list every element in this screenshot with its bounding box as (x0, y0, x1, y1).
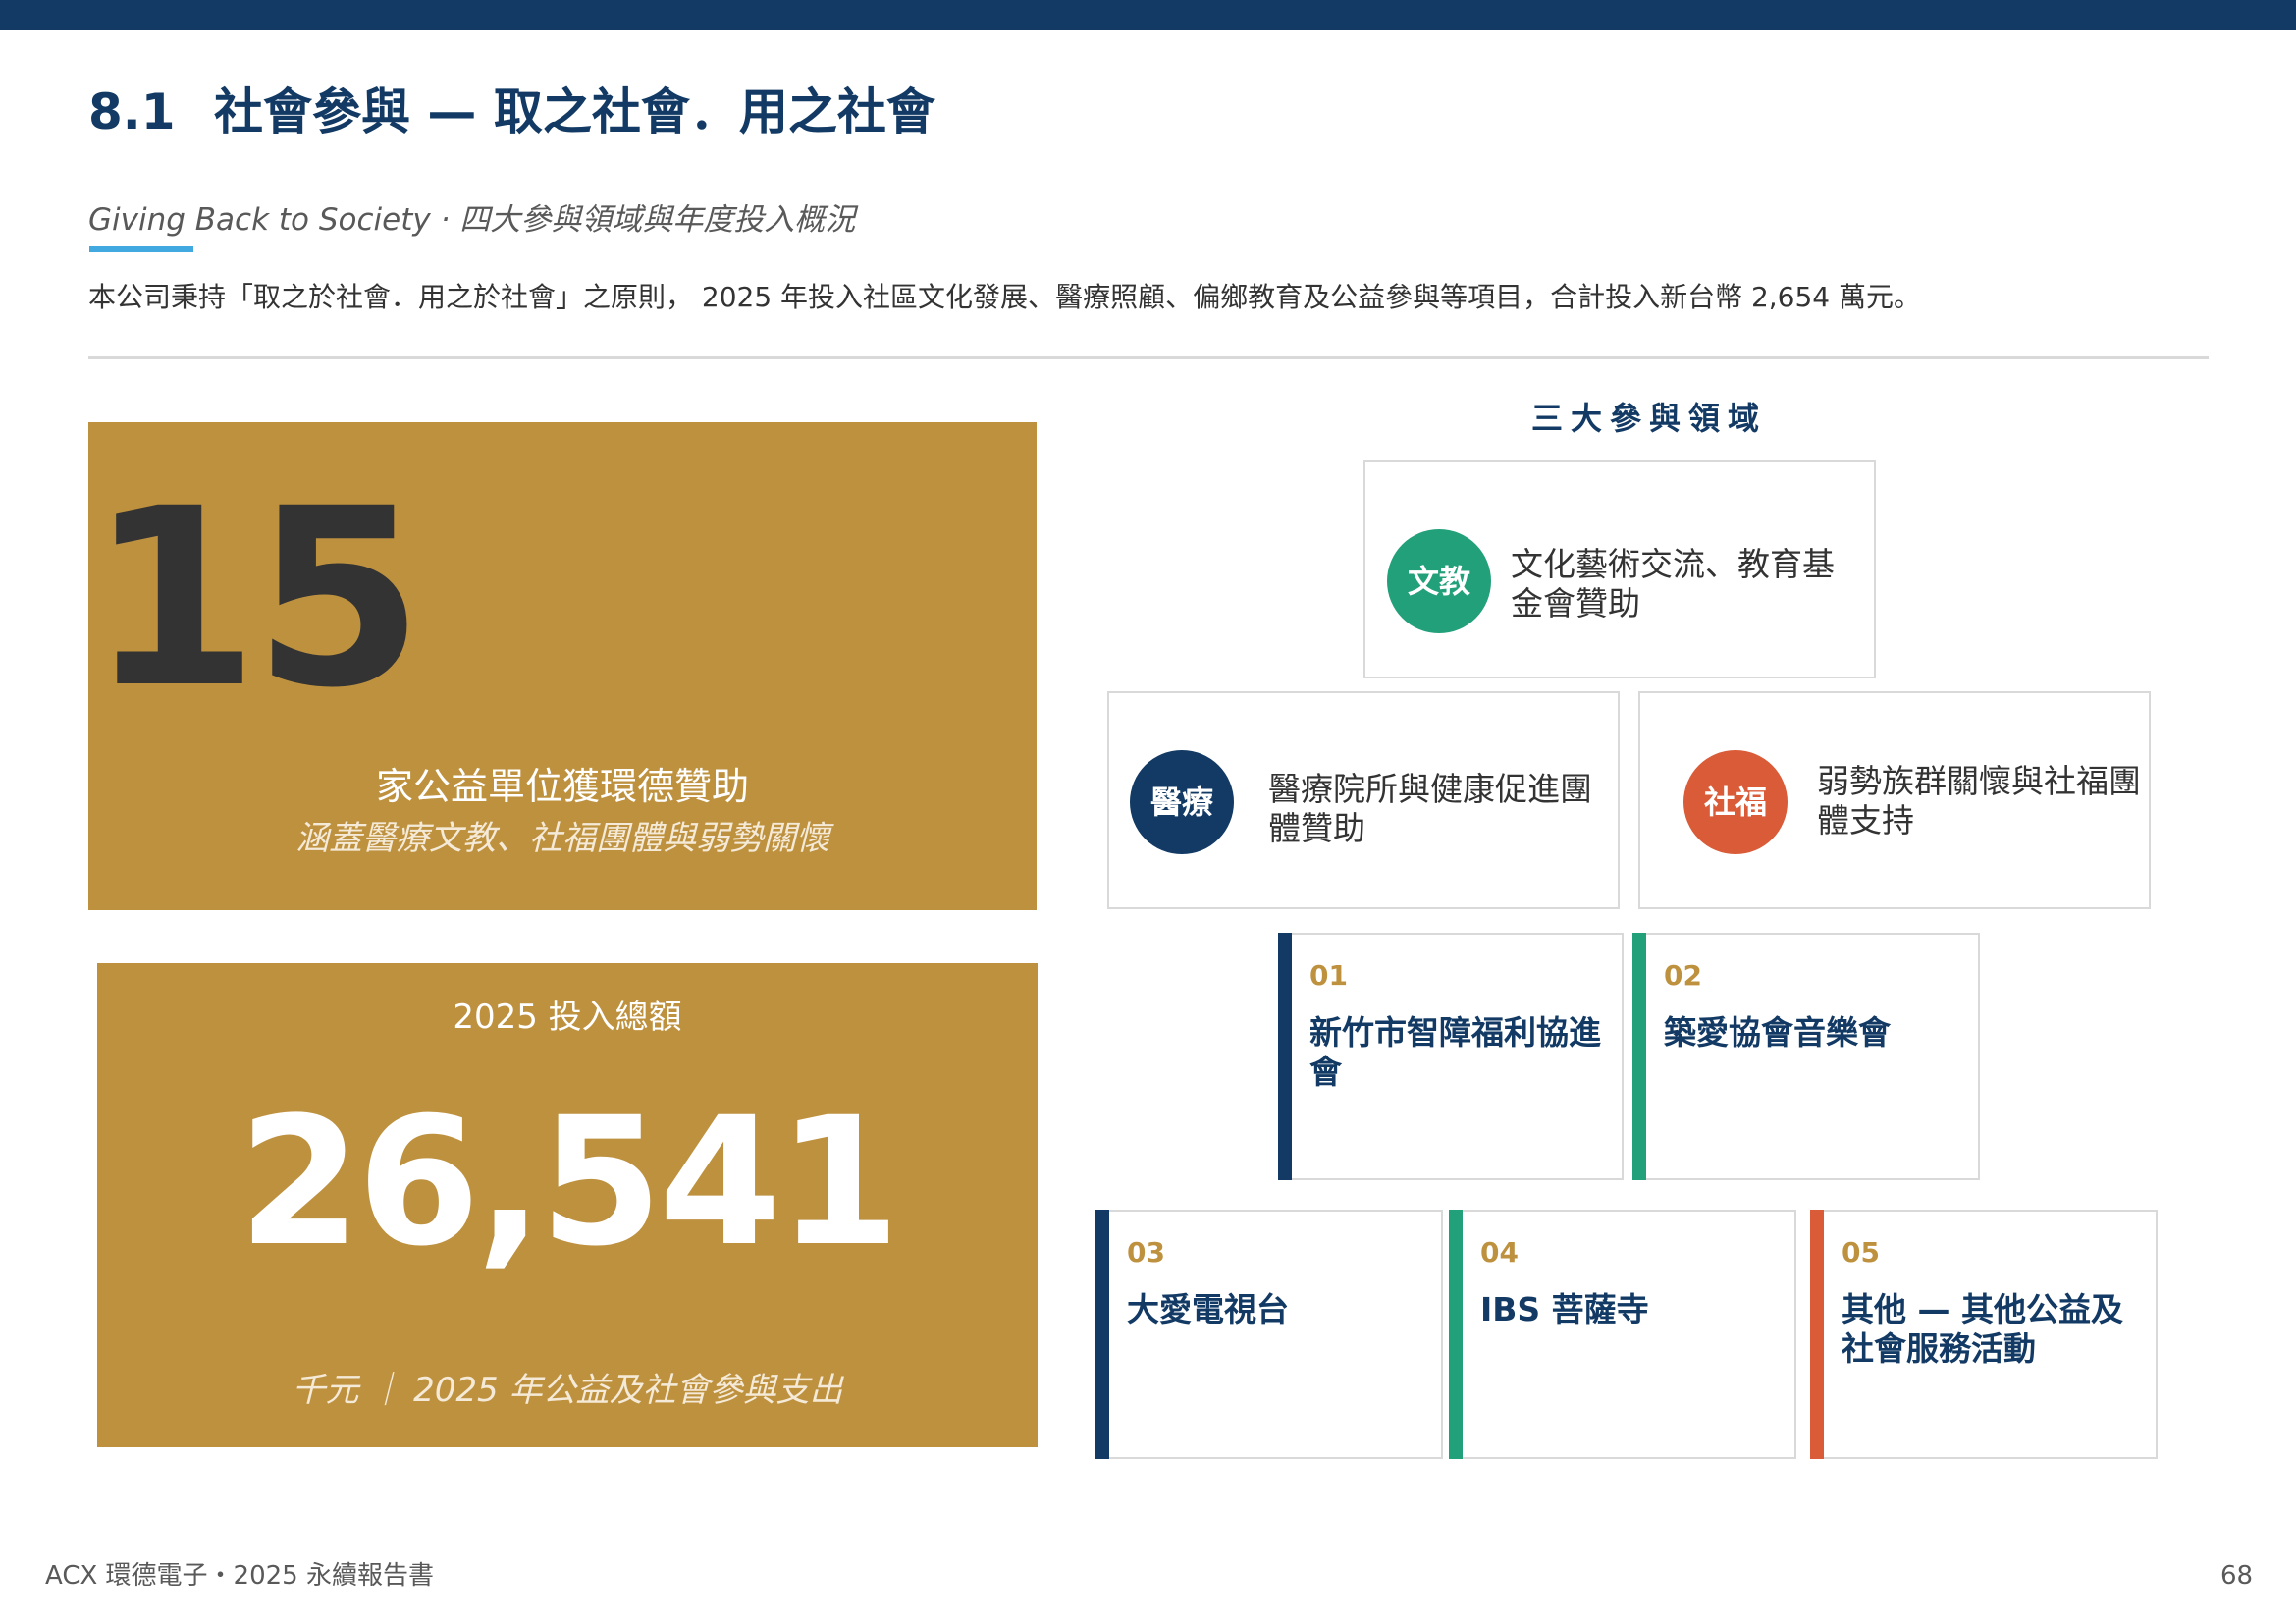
total-investment-value: 26,541 (238, 1080, 901, 1285)
org-card-05: 05 其他 — 其他公益及社會服務活動 (1810, 1210, 2158, 1459)
area-badge-welfare: 社福 (1683, 750, 1788, 854)
org-card-accent-stripe (1449, 1210, 1463, 1459)
section-title: 社會參與 — 取之社會．用之社會 (214, 83, 935, 140)
org-card-accent-stripe (1095, 1210, 1109, 1459)
section-number: 8.1 (88, 83, 176, 140)
org-card-02: 02 築愛協會音樂會 (1632, 933, 1980, 1180)
area-card-culture: 文教 文化藝術交流、教育基金會贊助 (1363, 460, 1876, 678)
org-card-accent-stripe (1810, 1210, 1824, 1459)
org-number: 04 (1480, 1236, 1519, 1269)
org-card-03: 03 大愛電視台 (1095, 1210, 1443, 1459)
org-name: 新竹市智障福利協進會 (1309, 1013, 1601, 1091)
section-heading: 8.1 社會參與 — 取之社會．用之社會 (88, 77, 935, 147)
organizations-label: 家公益單位獲環德贊助 (375, 765, 749, 808)
org-card-04: 04 IBS 菩薩寺 (1449, 1210, 1796, 1459)
org-card-accent-stripe (1632, 933, 1646, 1180)
page-number: 68 (2220, 1561, 2254, 1591)
area-badge-medical: 醫療 (1130, 750, 1234, 854)
area-card-medical: 醫療 醫療院所與健康促進團體贊助 (1107, 691, 1620, 909)
organizations-sub-label: 涵蓋醫療文教、社福團體與弱勢關懷 (295, 819, 829, 858)
total-investment-sub-label: 千元 ｜ 2025 年公益及社會參與支出 (292, 1371, 843, 1410)
org-number: 03 (1127, 1236, 1165, 1269)
area-text-culture: 文化藝術交流、教育基金會贊助 (1511, 545, 1835, 623)
org-number: 05 (1842, 1236, 1880, 1269)
org-name: 築愛協會音樂會 (1664, 1013, 1891, 1052)
section-subtitle: Giving Back to Society · 四大參與領域與年度投入概況 (88, 202, 856, 238)
areas-heading: 三大參與領域 (1530, 400, 1767, 437)
org-number: 01 (1309, 959, 1348, 992)
org-name: 其他 — 其他公益及社會服務活動 (1842, 1290, 2123, 1368)
area-text-medical: 醫療院所與健康促進團體贊助 (1268, 770, 1592, 847)
section-divider (88, 356, 2209, 359)
org-name: IBS 菩薩寺 (1480, 1290, 1649, 1328)
org-card-01: 01 新竹市智障福利協進會 (1278, 933, 1624, 1180)
area-card-welfare: 社福 弱勢族群關懷與社福團體支持 (1638, 691, 2151, 909)
org-name: 大愛電視台 (1127, 1290, 1289, 1328)
top-header-bar (0, 0, 2296, 30)
footer-report-title: ACX 環德電子・2025 永續報告書 (45, 1561, 434, 1591)
total-investment-caption: 2025 投入總額 (453, 998, 682, 1037)
area-text-welfare: 弱勢族群關懷與社福團體支持 (1817, 762, 2141, 839)
org-number: 02 (1664, 959, 1702, 992)
organizations-count: 15 (88, 456, 424, 741)
area-badge-culture: 文教 (1387, 529, 1491, 633)
subtitle-accent-line (89, 246, 193, 252)
intro-paragraph: 本公司秉持「取之於社會．用之於社會」之原則， 2025 年投入社區文化發展、醫療… (88, 281, 1922, 313)
org-card-accent-stripe (1278, 933, 1292, 1180)
